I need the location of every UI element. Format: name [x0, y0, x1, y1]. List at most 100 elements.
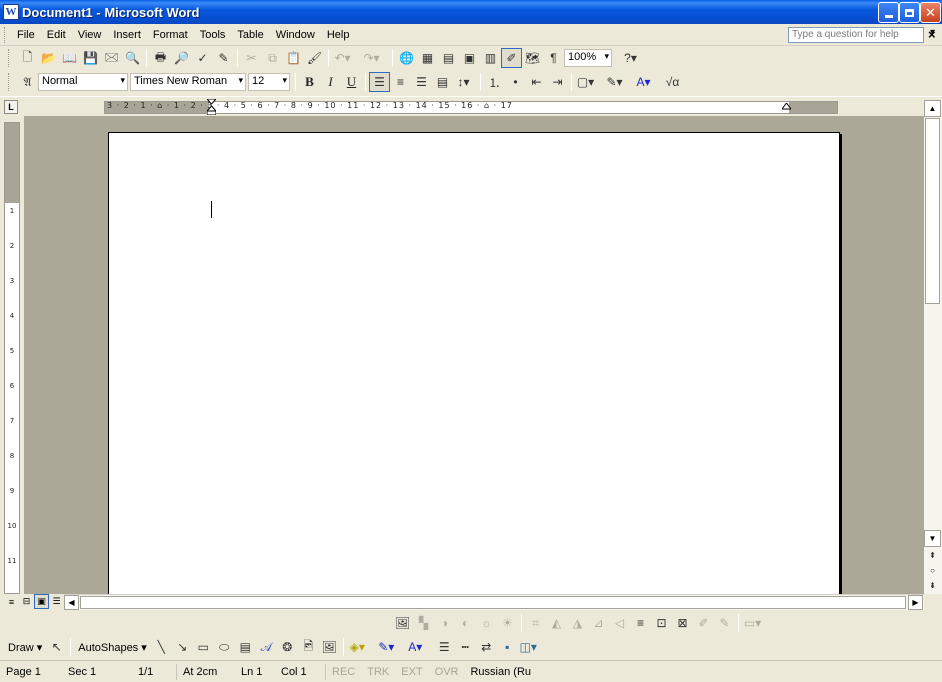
italic-icon[interactable]: I	[320, 72, 341, 92]
outline-view-icon[interactable]: ☰	[49, 594, 64, 609]
new-document-icon[interactable]: 🗋	[17, 48, 38, 68]
open-folder-icon[interactable]: 📂	[38, 48, 59, 68]
less-brightness-icon[interactable]: ☀	[497, 613, 518, 633]
status-trk[interactable]: TRK	[361, 666, 395, 678]
rectangle-icon[interactable]: ▭	[193, 637, 214, 657]
bullets-icon[interactable]: •	[505, 72, 526, 92]
document-map-icon[interactable]: 🗺	[522, 48, 543, 68]
insert-picture-icon[interactable]: 🖼	[392, 613, 413, 633]
styles-formatting-icon[interactable]: 𝔄	[17, 72, 38, 92]
paste-icon[interactable]: 📋	[283, 48, 304, 68]
3d-style-icon[interactable]: ◫▾	[518, 637, 539, 657]
more-brightness-icon[interactable]: ☼	[476, 613, 497, 633]
cut-icon[interactable]: ✂	[241, 48, 262, 68]
permission-icon[interactable]: 📖	[59, 48, 80, 68]
zoom-select[interactable]: 100%	[564, 49, 612, 67]
rotate-right-icon[interactable]: ◮	[567, 613, 588, 633]
format-picture-icon[interactable]: ⊠	[672, 613, 693, 633]
oval-icon[interactable]: ⬭	[214, 637, 235, 657]
set-transparent-icon[interactable]: ✐	[693, 613, 714, 633]
tables-borders-icon[interactable]: ▦	[417, 48, 438, 68]
columns-icon[interactable]: ▥	[480, 48, 501, 68]
close-button[interactable]: ✕	[920, 2, 941, 23]
research-icon[interactable]: ✎	[213, 48, 234, 68]
scroll-down-button[interactable]: ▼	[924, 530, 941, 547]
select-objects-icon[interactable]: ↖	[46, 637, 67, 657]
arrow-style-icon[interactable]: ⇄	[476, 637, 497, 657]
scroll-left-button[interactable]: ◀	[64, 595, 79, 610]
justify-icon[interactable]: ▤	[432, 72, 453, 92]
left-indent-marker-icon[interactable]	[207, 99, 216, 115]
menu-help[interactable]: Help	[321, 27, 356, 43]
insert-excel-icon[interactable]: ▣	[459, 48, 480, 68]
decrease-indent-icon[interactable]: ⇤	[526, 72, 547, 92]
menubar-grip[interactable]	[4, 26, 7, 43]
fill-color-icon[interactable]: ◈▾	[347, 637, 368, 657]
print-icon[interactable]: 🖶	[150, 48, 171, 68]
restore-button[interactable]	[899, 2, 920, 23]
shadow-style-icon[interactable]: ▪	[497, 637, 518, 657]
minimize-button[interactable]	[878, 2, 899, 23]
status-rec[interactable]: REC	[326, 666, 361, 678]
reset-picture-icon[interactable]: ✎	[714, 613, 735, 633]
line-style-icon[interactable]: ⊿	[588, 613, 609, 633]
scroll-right-button[interactable]: ▶	[908, 595, 923, 610]
horizontal-scrollbar[interactable]: ◀ ▶	[64, 594, 924, 610]
increase-indent-icon[interactable]: ⇥	[547, 72, 568, 92]
insert-table-icon[interactable]: ▤	[438, 48, 459, 68]
print-preview-icon[interactable]: 🔎	[171, 48, 192, 68]
help-question-input[interactable]: Type a question for help	[788, 27, 935, 43]
hyperlink-icon[interactable]: 🌐	[396, 48, 417, 68]
crop-icon[interactable]: ⌗	[525, 613, 546, 633]
document-page[interactable]	[108, 132, 840, 594]
color-icon[interactable]: ▚	[413, 613, 434, 633]
redo-icon[interactable]: ↷▾	[361, 48, 382, 68]
phonetic-guide-icon[interactable]: √α	[662, 72, 683, 92]
copy-icon[interactable]: ⧉	[262, 48, 283, 68]
line-color-icon[interactable]: ✎▾	[376, 637, 397, 657]
rotate-left-icon[interactable]: ◭	[546, 613, 567, 633]
style-select[interactable]: Normal	[38, 73, 128, 91]
less-contrast-icon[interactable]: ◐	[455, 613, 476, 633]
align-left-icon[interactable]: ☰	[369, 72, 390, 92]
document-close-icon[interactable]: ×	[928, 27, 936, 42]
undo-icon[interactable]: ↶▾	[332, 48, 353, 68]
menu-edit[interactable]: Edit	[41, 27, 72, 43]
draw-menu-button[interactable]: Draw ▾	[4, 641, 46, 654]
numbering-icon[interactable]: ⒈	[484, 72, 505, 92]
dash-style-icon[interactable]: ┅	[455, 637, 476, 657]
align-center-icon[interactable]: ≡	[390, 72, 411, 92]
text-box-icon[interactable]: ▤	[235, 637, 256, 657]
vertical-scrollbar[interactable]: ▲ ▼ ⇞ ○ ⇟	[924, 100, 942, 594]
line-weight-icon[interactable]: ☰	[434, 637, 455, 657]
drawing-font-color-icon[interactable]: A▾	[405, 637, 426, 657]
mail-recipient-icon[interactable]: 🖂	[101, 48, 122, 68]
next-page-button[interactable]: ⇟	[924, 577, 941, 594]
autoshapes-menu-button[interactable]: AutoShapes ▾	[74, 641, 151, 654]
drawing-icon[interactable]: ✐	[501, 48, 522, 68]
horizontal-scroll-thumb[interactable]	[80, 596, 906, 609]
help-icon[interactable]: ?▾	[620, 48, 641, 68]
scroll-up-button[interactable]: ▲	[924, 100, 941, 117]
borders-icon[interactable]: ▢▾	[575, 72, 596, 92]
print-layout-view-icon[interactable]: ▣	[34, 594, 49, 609]
line-style-lines-icon[interactable]: ≡	[630, 613, 651, 633]
word-app-icon[interactable]: W	[3, 4, 19, 20]
menu-table[interactable]: Table	[231, 27, 269, 43]
tab-selector[interactable]: L	[4, 100, 18, 114]
text-wrapping-icon[interactable]: ⊡	[651, 613, 672, 633]
status-language[interactable]: Russian (Ru	[464, 666, 537, 678]
formatting-toolbar-grip[interactable]	[8, 73, 11, 91]
menu-window[interactable]: Window	[270, 27, 321, 43]
arrow-icon[interactable]: ↘	[172, 637, 193, 657]
more-contrast-icon[interactable]: ◑	[434, 613, 455, 633]
web-layout-view-icon[interactable]: ⊟	[19, 594, 34, 609]
show-hide-icon[interactable]: ¶	[543, 48, 564, 68]
diagram-icon[interactable]: ❂	[277, 637, 298, 657]
compress-icon[interactable]: ◁	[609, 613, 630, 633]
search-file-icon[interactable]: 🔍	[122, 48, 143, 68]
vertical-scroll-thumb[interactable]	[925, 118, 940, 304]
line-icon[interactable]: ╲	[151, 637, 172, 657]
font-size-select[interactable]: 12	[248, 73, 290, 91]
standard-toolbar-grip[interactable]	[8, 49, 11, 67]
